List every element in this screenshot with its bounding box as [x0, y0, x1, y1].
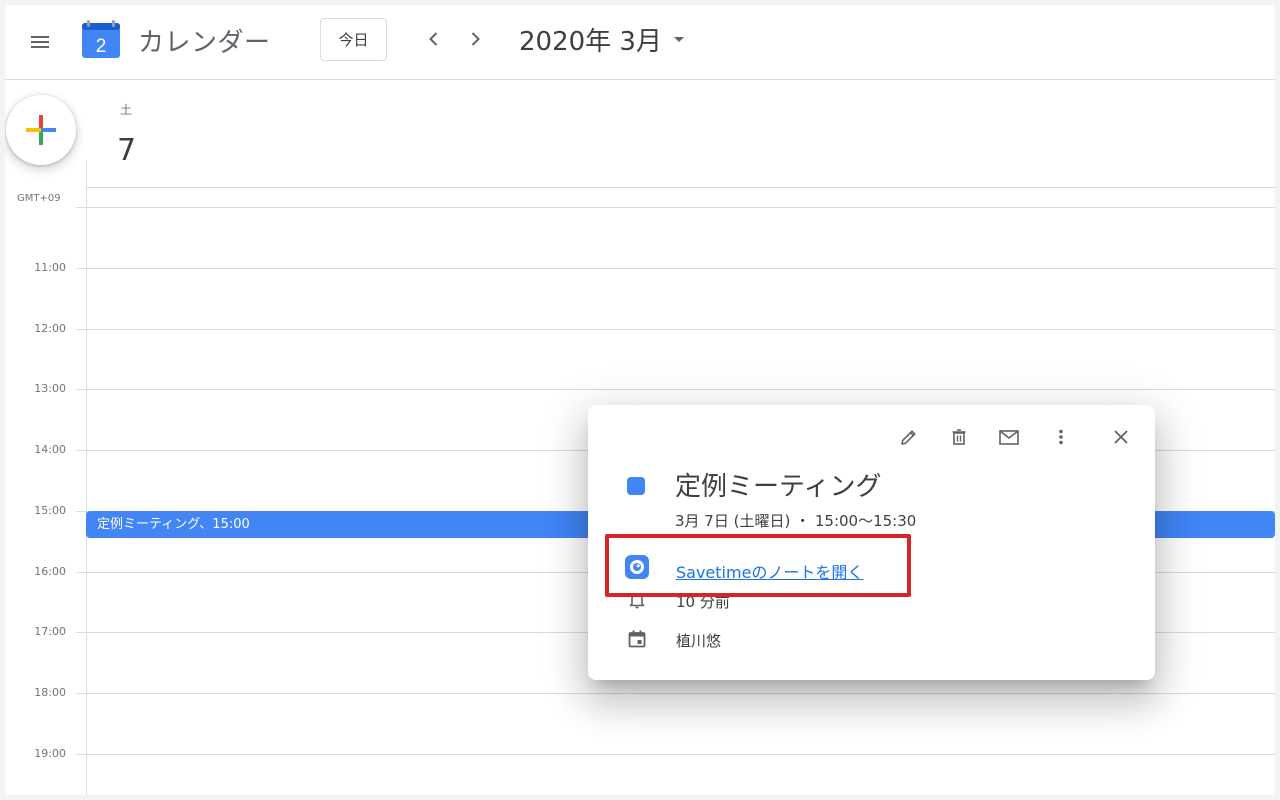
calendar-owner: 植川悠 [676, 632, 722, 650]
event-title: 定例ミーティング [675, 472, 882, 502]
caret-down-icon [673, 36, 684, 42]
calendar-logo-icon: 2 [82, 20, 120, 58]
delete-event-button[interactable] [945, 423, 973, 451]
hour-label: 12:00 [34, 322, 66, 335]
hour-label: 17:00 [34, 625, 66, 638]
chevron-left-icon [429, 32, 438, 46]
hour-gridline [76, 329, 1275, 330]
trash-icon [952, 429, 966, 445]
pencil-icon [901, 430, 916, 445]
day-number[interactable]: 7 [117, 133, 136, 168]
more-options-button[interactable] [1047, 423, 1075, 451]
edit-event-button[interactable] [895, 423, 923, 451]
timezone-label: GMT+09 [17, 193, 61, 204]
close-icon [1114, 430, 1128, 444]
hour-gridline [76, 693, 1275, 694]
hour-label: 15:00 [34, 504, 66, 517]
day-column-divider [86, 160, 87, 795]
calendar-window: 2 カレンダー 今日 2020年 3月 土 7 GMT+09 11:00 12:… [5, 5, 1275, 795]
today-button[interactable]: 今日 [320, 18, 387, 61]
weekday-label: 土 [120, 103, 133, 117]
top-bar: 2 カレンダー 今日 2020年 3月 [5, 5, 1275, 80]
date-range-picker[interactable]: 2020年 3月 [519, 21, 684, 58]
main-menu-button[interactable] [25, 27, 55, 57]
current-month-label: 2020年 3月 [519, 27, 662, 57]
highlight-annotation [605, 534, 911, 597]
day-header-divider [86, 187, 1275, 188]
hour-label: 18:00 [34, 686, 66, 699]
hour-gridline [76, 754, 1275, 755]
email-guests-button[interactable] [995, 423, 1023, 451]
chevron-right-icon [471, 32, 480, 46]
hour-label: 11:00 [34, 261, 66, 274]
create-event-button[interactable] [6, 95, 76, 165]
calendar-icon [625, 627, 649, 651]
more-vert-icon [1059, 429, 1063, 445]
hour-label: 16:00 [34, 565, 66, 578]
plus-icon [26, 115, 56, 145]
hamburger-menu-icon [31, 36, 49, 48]
hour-gridline [76, 268, 1275, 269]
hour-label: 19:00 [34, 747, 66, 760]
previous-period-button[interactable] [419, 24, 449, 54]
event-color-indicator [627, 477, 645, 495]
event-time: 3月 7日 (土曜日) ・ 15:00〜15:30 [675, 512, 917, 530]
all-day-divider [76, 207, 1275, 208]
mail-icon [999, 430, 1019, 445]
app-title: カレンダー [138, 28, 271, 58]
hour-label: 14:00 [34, 443, 66, 456]
calendar-logo[interactable]: 2 [81, 19, 121, 59]
logo-day-number: 2 [96, 36, 107, 57]
close-popup-button[interactable] [1107, 423, 1135, 451]
hour-label: 13:00 [34, 382, 66, 395]
hour-gridline [76, 389, 1275, 390]
next-period-button[interactable] [460, 24, 490, 54]
